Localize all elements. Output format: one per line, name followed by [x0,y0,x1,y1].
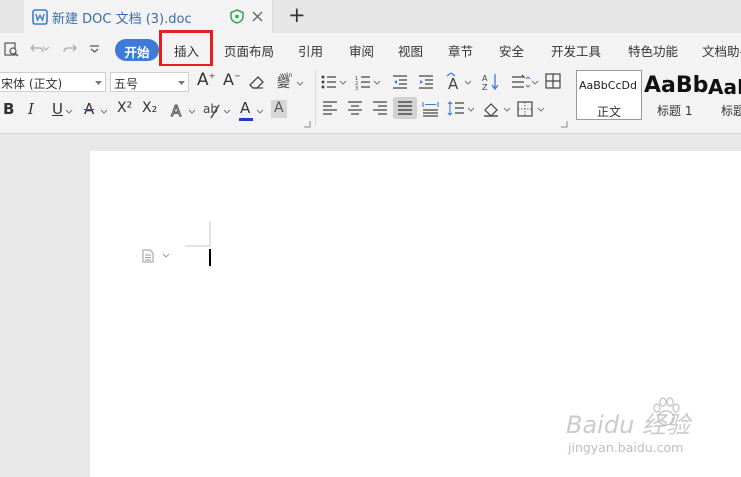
char-shading-button[interactable]: A [271,100,287,118]
align-left-icon[interactable] [322,101,338,116]
document-title: 新建 DOC 文档 (3).doc [52,12,192,27]
char-shading-label: A [274,100,284,116]
tab-review[interactable]: 审阅 [349,41,374,60]
svg-text:A: A [448,75,459,93]
tab-insert[interactable]: 插入 [174,41,199,60]
superscript-button[interactable]: X² [117,100,132,116]
chevron-down-icon [178,81,185,85]
svg-text:A: A [482,74,488,83]
chevron-down-icon[interactable] [223,109,231,114]
style-heading-2-label: 标题 [721,104,741,118]
undo-icon[interactable] [30,43,44,55]
text-effect-icon[interactable]: A [171,102,189,121]
highlight-color-icon[interactable]: ab [203,101,223,120]
margin-corner-mark [185,221,211,247]
print-preview-icon[interactable] [4,42,19,57]
paragraph-spacing-icon[interactable] [447,101,475,117]
bullet-list-icon[interactable] [321,74,347,90]
tab-features[interactable]: 特色功能 [628,41,678,60]
watermark-main: Baidu 经验 [566,411,690,439]
shading-icon[interactable] [483,101,511,118]
sort-icon[interactable]: A Z [482,72,500,92]
redo-icon[interactable] [63,43,77,55]
font-color-button[interactable]: A [240,99,250,117]
style-heading-2[interactable]: AaB 标题 [708,70,741,120]
svg-text:wén: wén [280,72,293,79]
svg-text:Z: Z [482,83,488,92]
undo-dropdown-icon[interactable] [42,46,50,51]
style-normal[interactable]: AaBbCcDd 正文 [576,70,642,120]
wps-writer-icon [32,9,48,25]
separator [315,70,316,126]
chevron-down-icon[interactable] [256,109,264,114]
font-color-swatch [239,118,253,121]
watermark-sub: jingyan.baidu.com [568,440,684,455]
table-grid-icon[interactable] [545,73,561,89]
tab-section[interactable]: 章节 [448,41,473,60]
style-normal-label: 正文 [596,105,621,119]
tab-view[interactable]: 视图 [398,41,423,60]
style-heading-1-preview: AaBb [644,73,709,98]
strikethrough-button[interactable]: A [84,100,94,118]
style-normal-preview: AaBbCcDd [579,79,637,92]
shrink-font-button[interactable]: A− [223,70,241,89]
tab-start-pill[interactable]: 开始 [115,39,159,61]
chevron-down-icon [95,81,102,85]
paragraph-layout-icon[interactable] [142,249,170,263]
tab-references[interactable]: 引用 [298,41,323,60]
tab-page-layout[interactable]: 页面布局 [224,41,274,60]
tab-developer[interactable]: 开发工具 [551,41,601,60]
shield-icon[interactable] [230,9,244,24]
distribute-icon[interactable] [422,101,439,117]
close-tab-icon[interactable] [252,11,263,22]
underline-button[interactable]: U [52,100,63,118]
grow-font-button[interactable]: A+ [197,70,215,90]
style-heading-1[interactable]: AaBb 标题 1 [643,70,708,120]
style-heading-2-preview: AaB [708,75,741,99]
font-name-select[interactable]: 宋体 (正文) [0,72,106,92]
decrease-indent-icon[interactable] [392,74,408,90]
document-tab[interactable]: 新建 DOC 文档 (3).doc [24,0,273,33]
font-size-value: 五号 [114,77,139,91]
tab-doc-assistant[interactable]: 文档助手 [702,41,741,60]
change-case-icon[interactable]: A [446,72,472,93]
align-center-icon[interactable] [347,101,363,116]
phonetic-guide-icon[interactable]: 變 wén [277,72,304,91]
baidu-watermark: Baidu 经验 jingyan.baidu.com [566,395,741,465]
font-size-select[interactable]: 五号 [110,72,189,92]
font-dialog-launcher-icon[interactable] [304,121,311,128]
align-justify-icon [398,101,412,115]
ribbon-tab-row: 开始 插入 页面布局 引用 审阅 视图 章节 安全 开发工具 特色功能 文档助手 [0,30,741,67]
bold-button[interactable]: B [3,100,14,118]
borders-icon[interactable] [517,101,545,117]
justify-button[interactable] [393,97,417,119]
italic-button[interactable]: I [28,100,34,118]
tab-security[interactable]: 安全 [499,41,524,60]
eraser-icon[interactable] [249,74,265,89]
document-page[interactable]: Baidu 经验 jingyan.baidu.com [90,151,741,477]
numbered-list-icon[interactable]: 1 2 3 [355,74,381,92]
quick-access-more-icon[interactable] [90,45,99,53]
chevron-down-icon[interactable] [188,109,196,114]
svg-text:A: A [171,102,182,120]
text-cursor [209,249,211,266]
line-spacing-toggle-icon[interactable] [511,74,539,90]
new-tab-button[interactable]: + [288,3,306,27]
home-toolbar: 宋体 (正文) 五号 A+ A− 變 wén B I U A X² X₂ A a… [0,66,741,134]
chevron-down-icon[interactable] [100,109,108,114]
subscript-button[interactable]: X₂ [142,100,157,116]
align-right-icon[interactable] [372,101,388,116]
tab-start-label: 开始 [124,45,150,60]
chevron-down-icon[interactable] [65,109,73,114]
font-name-value: 宋体 (正文) [1,77,63,91]
svg-text:3: 3 [355,86,358,92]
paragraph-dialog-launcher-icon[interactable] [561,121,568,128]
increase-indent-icon[interactable] [418,74,434,90]
style-heading-1-label: 标题 1 [657,104,693,118]
